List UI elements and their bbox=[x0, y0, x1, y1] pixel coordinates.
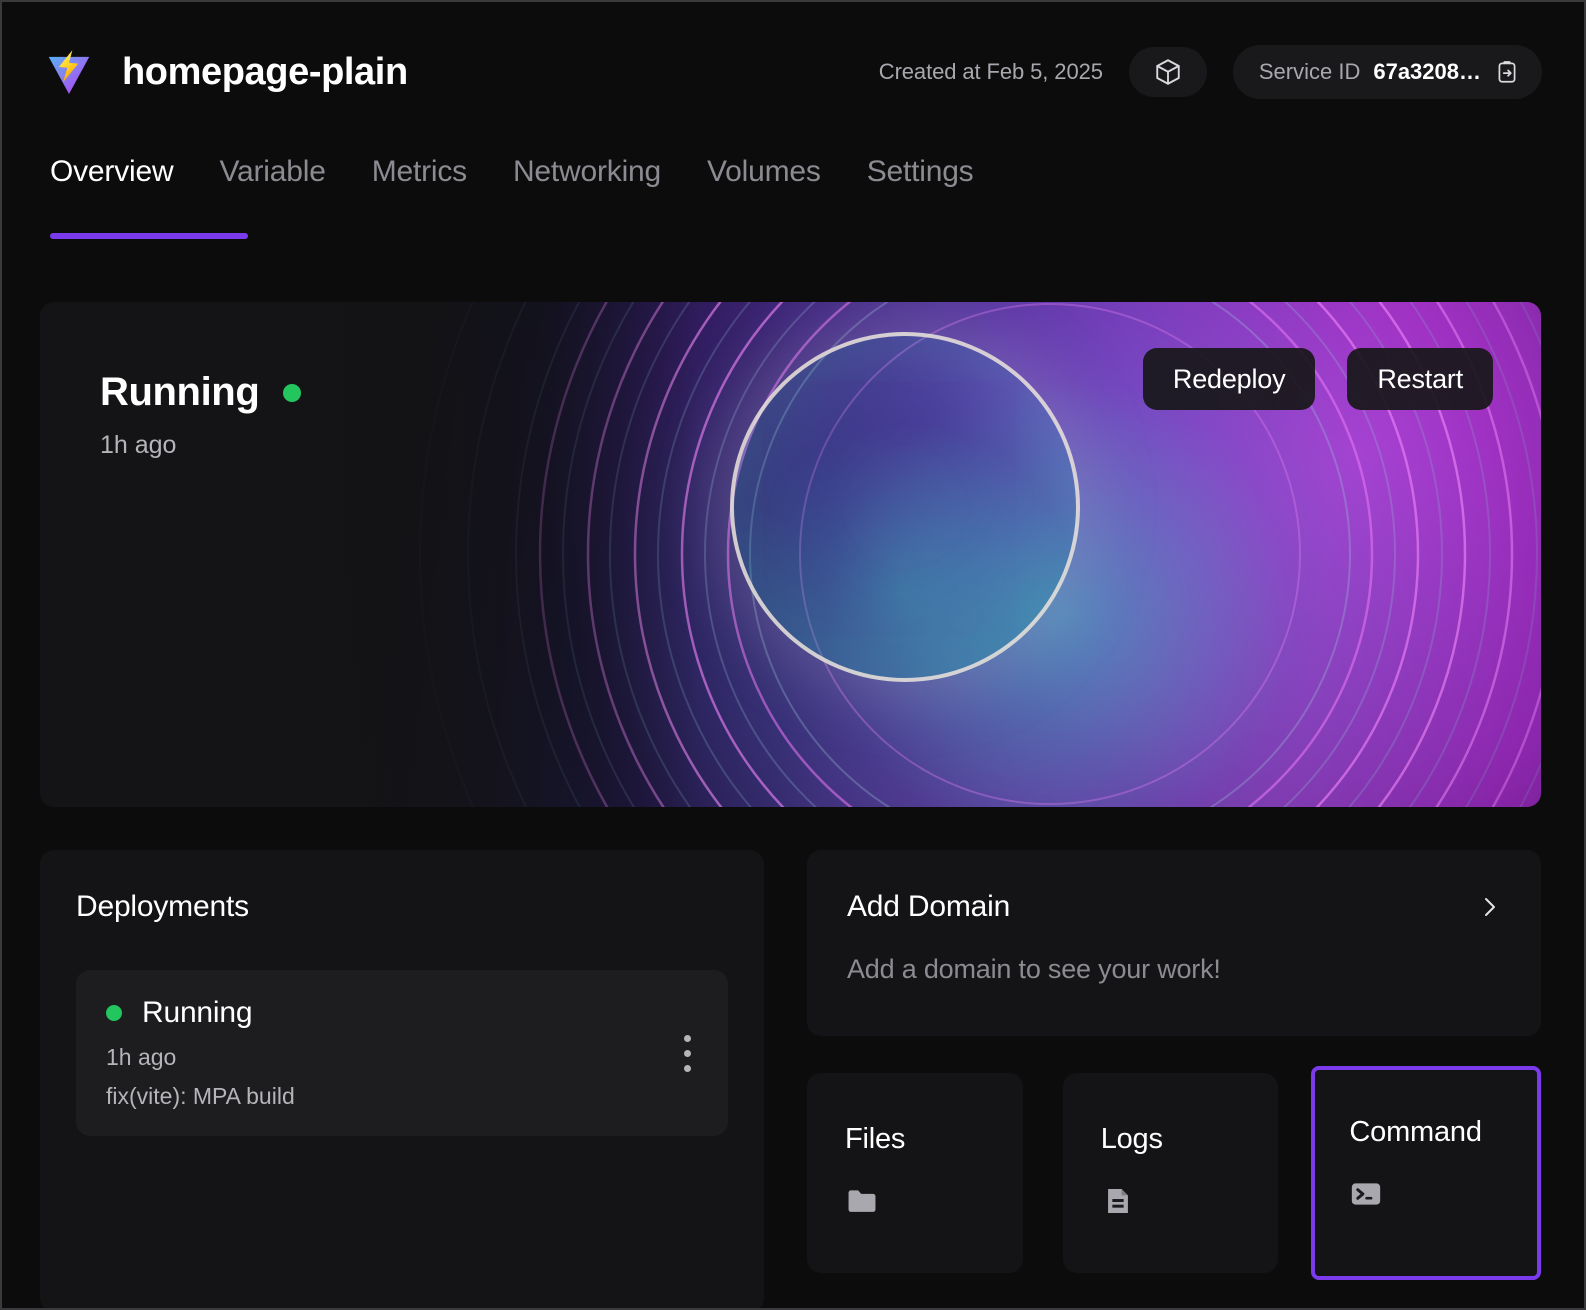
page-header: homepage-plain Created at Feb 5, 2025 Se… bbox=[2, 2, 1584, 142]
deployment-status-row: Running bbox=[106, 996, 698, 1030]
folder-icon bbox=[845, 1184, 879, 1218]
restart-button[interactable]: Restart bbox=[1347, 348, 1493, 410]
tab-settings[interactable]: Settings bbox=[867, 147, 1010, 239]
created-at-label: Created at Feb 5, 2025 bbox=[879, 59, 1103, 85]
deployment-status-dot-icon bbox=[106, 1005, 122, 1021]
kebab-dot bbox=[684, 1050, 691, 1057]
logs-tile-label: Logs bbox=[1101, 1123, 1279, 1156]
cube-button[interactable] bbox=[1129, 47, 1207, 97]
deployments-heading: Deployments bbox=[76, 890, 728, 924]
vite-logo-icon bbox=[42, 45, 96, 99]
quick-action-tiles: Files Logs Command bbox=[807, 1073, 1541, 1310]
hero-status-block: Running 1h ago bbox=[100, 370, 301, 460]
kebab-menu-icon[interactable] bbox=[670, 1027, 704, 1079]
hero-action-buttons: Redeploy Restart bbox=[1143, 348, 1493, 410]
tab-volumes[interactable]: Volumes bbox=[707, 147, 857, 239]
chevron-right-icon[interactable] bbox=[1477, 895, 1501, 919]
add-domain-subtitle: Add a domain to see your work! bbox=[847, 954, 1501, 985]
copy-icon[interactable] bbox=[1494, 59, 1520, 85]
command-tile[interactable]: Command bbox=[1311, 1066, 1541, 1280]
service-id-value: 67a3208… bbox=[1373, 59, 1481, 85]
tab-networking[interactable]: Networking bbox=[513, 147, 697, 239]
add-domain-header-row: Add Domain bbox=[847, 890, 1501, 924]
service-id-button[interactable]: Service ID 67a3208… bbox=[1233, 45, 1542, 99]
page-title: homepage-plain bbox=[122, 51, 408, 94]
deployment-time: 1h ago bbox=[106, 1044, 698, 1071]
deployment-commit-message: fix(vite): MPA build bbox=[106, 1083, 698, 1110]
service-overview-page: homepage-plain Created at Feb 5, 2025 Se… bbox=[0, 0, 1586, 1310]
tab-overview[interactable]: Overview bbox=[50, 147, 209, 239]
brand-group: homepage-plain bbox=[42, 45, 408, 99]
files-tile[interactable]: Files bbox=[807, 1073, 1023, 1273]
terminal-icon bbox=[1349, 1177, 1383, 1211]
service-id-label: Service ID bbox=[1259, 59, 1360, 85]
files-tile-label: Files bbox=[845, 1123, 1023, 1156]
kebab-dot bbox=[684, 1035, 691, 1042]
logs-tile[interactable]: Logs bbox=[1063, 1073, 1279, 1273]
redeploy-button[interactable]: Redeploy bbox=[1143, 348, 1315, 410]
hero-status-time: 1h ago bbox=[100, 431, 301, 460]
kebab-dot bbox=[684, 1065, 691, 1072]
service-hero-card: Running 1h ago Redeploy Restart bbox=[40, 302, 1541, 807]
cube-icon bbox=[1153, 57, 1183, 87]
tab-bar: Overview Variable Metrics Networking Vol… bbox=[2, 147, 1584, 239]
document-icon bbox=[1101, 1184, 1135, 1218]
hero-glow-ring-decoration bbox=[730, 332, 1080, 682]
tab-variable[interactable]: Variable bbox=[219, 147, 361, 239]
deployments-card: Deployments Running 1h ago fix(vite): MP… bbox=[40, 850, 764, 1310]
status-dot-icon bbox=[283, 384, 301, 402]
hero-status-row: Running bbox=[100, 370, 301, 415]
hero-status-label: Running bbox=[100, 370, 259, 415]
command-tile-label: Command bbox=[1349, 1116, 1537, 1149]
header-right-group: Created at Feb 5, 2025 Service ID 67a320… bbox=[879, 45, 1542, 99]
tab-metrics[interactable]: Metrics bbox=[372, 147, 503, 239]
deployment-status-label: Running bbox=[142, 996, 252, 1030]
add-domain-card[interactable]: Add Domain Add a domain to see your work… bbox=[807, 850, 1541, 1036]
add-domain-title: Add Domain bbox=[847, 890, 1010, 924]
deployment-list-item[interactable]: Running 1h ago fix(vite): MPA build bbox=[76, 970, 728, 1136]
